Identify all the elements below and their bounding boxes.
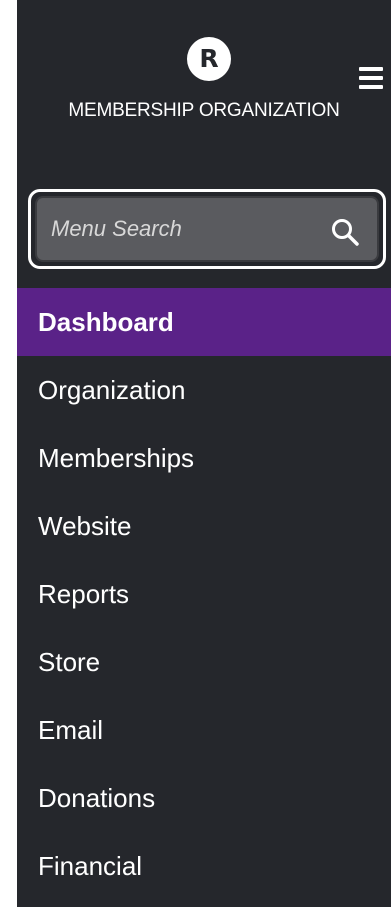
menu-search xyxy=(28,189,386,269)
menu-item-organization[interactable]: Organization xyxy=(17,356,391,424)
menu-item-website[interactable]: Website xyxy=(17,492,391,560)
organization-name: MEMBERSHIP ORGANIZATION xyxy=(68,100,340,121)
menu-item-memberships[interactable]: Memberships xyxy=(17,424,391,492)
menu-item-email[interactable]: Email xyxy=(17,696,391,764)
hamburger-icon[interactable] xyxy=(359,67,383,89)
search-icon[interactable] xyxy=(331,218,359,246)
menu-item-donations[interactable]: Donations xyxy=(17,764,391,832)
menu-item-reports[interactable]: Reports xyxy=(17,560,391,628)
menu-search-input[interactable] xyxy=(51,198,301,260)
menu-item-dashboard[interactable]: Dashboard xyxy=(17,288,391,356)
logo-icon[interactable]: R xyxy=(187,37,231,81)
menu-item-store[interactable]: Store xyxy=(17,628,391,696)
sidebar: R MEMBERSHIP ORGANIZATION Dashboard Orga… xyxy=(17,0,391,907)
main-menu: Dashboard Organization Memberships Websi… xyxy=(17,288,391,900)
menu-item-financial[interactable]: Financial xyxy=(17,832,391,900)
menu-search-box xyxy=(35,196,379,262)
